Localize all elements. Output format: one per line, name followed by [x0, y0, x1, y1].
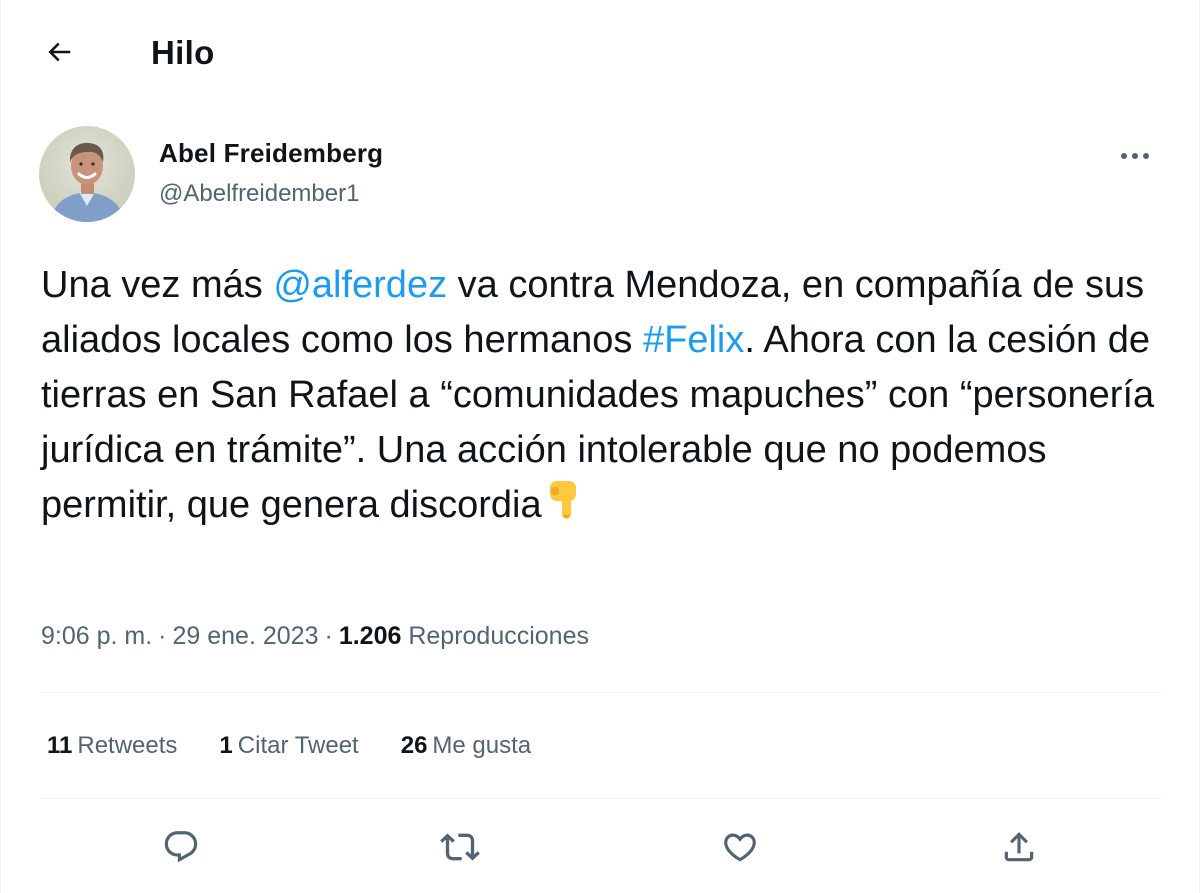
quotes-stat[interactable]: 1 Citar Tweet [219, 732, 358, 760]
arrow-left-icon [48, 42, 71, 62]
divider [41, 798, 1161, 799]
views-label: Reproducciones [408, 622, 589, 650]
reply-icon [164, 831, 198, 863]
tweet-date[interactable]: 29 ene. 2023 [173, 622, 319, 650]
thread-page: Hilo Abel Freidemberg @Abelfreidember1 U… [0, 0, 1200, 893]
like-button[interactable] [715, 822, 765, 872]
page-title: Hilo [151, 34, 215, 71]
author-handle[interactable]: @Abelfreidember1 [159, 180, 359, 208]
retweets-label: Retweets [77, 732, 178, 759]
retweets-stat[interactable]: 11 Retweets [47, 732, 177, 760]
likes-count: 26 [400, 732, 428, 759]
hashtag-link[interactable]: #Felix [643, 319, 744, 361]
divider [41, 692, 1161, 693]
meta-separator: · [158, 622, 167, 650]
quotes-label: Citar Tweet [237, 732, 359, 759]
author-name[interactable]: Abel Freidemberg [159, 138, 383, 169]
page-header: Hilo [1, 0, 1200, 106]
tweet-text-segment: Una vez más [41, 264, 274, 306]
tweet-meta: 9:06 p. m. · 29 ene. 2023 · 1.206 Reproducci… [41, 622, 589, 651]
avatar[interactable] [39, 126, 135, 222]
share-icon [1004, 832, 1034, 862]
likes-stat[interactable]: 26 Me gusta [401, 732, 531, 760]
tweet-text: Una vez más @alferdez va contra Mendoza,… [41, 258, 1161, 539]
retweet-button[interactable] [435, 822, 485, 872]
views-count: 1.206 [338, 622, 402, 650]
reply-button[interactable] [156, 822, 206, 872]
retweets-count: 11 [47, 732, 73, 759]
meta-separator: · [324, 622, 333, 650]
tweet-time[interactable]: 9:06 p. m. [41, 622, 152, 650]
share-button[interactable] [994, 822, 1044, 872]
tweet-stats: 11 Retweets 1 Citar Tweet 26 Me gusta [47, 732, 573, 760]
profile-photo [39, 126, 135, 222]
more-button[interactable] [1113, 136, 1157, 176]
more-icon [1121, 153, 1149, 159]
back-button[interactable] [31, 24, 87, 80]
retweet-icon [440, 833, 480, 861]
likes-label: Me gusta [432, 732, 532, 759]
pointing-down-emoji-icon [546, 479, 582, 539]
like-icon [724, 833, 756, 862]
quotes-count: 1 [219, 732, 233, 759]
mention-link[interactable]: @alferdez [273, 264, 447, 306]
